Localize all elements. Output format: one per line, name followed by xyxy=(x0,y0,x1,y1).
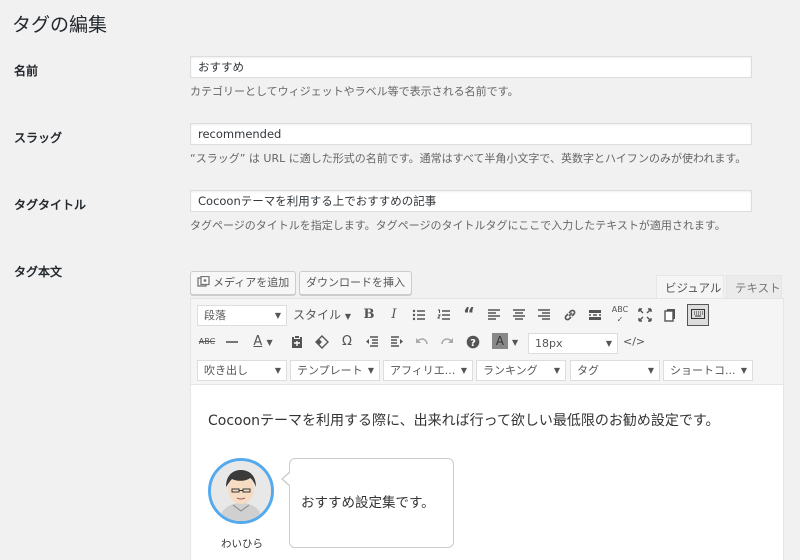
tag-title-input[interactable]: Cocoonテーマを利用する上でおすすめの記事 xyxy=(190,190,752,212)
align-center-icon[interactable] xyxy=(509,305,529,325)
clear-formatting-icon[interactable] xyxy=(312,332,332,352)
outdent-icon[interactable] xyxy=(362,332,382,352)
shortcode-select[interactable]: ショートコ... ▼ xyxy=(663,360,753,381)
slug-description: “スラッグ” は URL に適した形式の名前です。通常はすべて半角小文字で、英数… xyxy=(190,152,747,165)
name-description: カテゴリーとしてウィジェットやラベル等で表示される名前です。 xyxy=(190,85,519,98)
name-input[interactable]: おすすめ xyxy=(190,56,752,78)
blockquote-icon[interactable]: “ xyxy=(459,305,479,325)
template-select[interactable]: テンプレート ▼ xyxy=(290,360,380,381)
format-select[interactable]: 段落 ▼ xyxy=(197,305,287,326)
text-color-icon[interactable]: A ▼ xyxy=(247,332,279,352)
align-right-icon[interactable] xyxy=(534,305,554,325)
speech-bubble-select[interactable]: 吹き出し ▼ xyxy=(197,360,287,381)
tag-select[interactable]: タグ ▼ xyxy=(570,360,660,381)
speech-bubble: おすすめ設定集です。 xyxy=(281,458,454,548)
code-icon[interactable]: </> xyxy=(623,332,645,352)
tab-text[interactable]: テキスト xyxy=(726,275,782,299)
spellcheck-icon[interactable]: ABC ✓ xyxy=(610,305,630,325)
slug-input[interactable]: recommended xyxy=(190,123,752,145)
avatar xyxy=(208,458,274,524)
editor-content[interactable]: Cocoonテーマを利用する際に、出来れば行って欲しい最低限のお勧め設定です。 … xyxy=(191,386,783,560)
align-left-icon[interactable] xyxy=(484,305,504,325)
name-label: 名前 xyxy=(14,64,39,78)
link-icon[interactable] xyxy=(560,305,580,325)
speech-bubble-text: おすすめ設定集です。 xyxy=(301,495,435,511)
help-icon[interactable]: ? xyxy=(463,332,483,352)
strikethrough-icon[interactable]: ABC xyxy=(197,332,217,352)
indent-icon[interactable] xyxy=(387,332,407,352)
tag-title-description: タグページのタイトルを指定します。タグページのタイトルタグにここで入力したテキス… xyxy=(190,219,726,232)
tab-visual[interactable]: ビジュアル xyxy=(656,275,724,299)
tag-body-label: タグ本文 xyxy=(14,265,63,279)
add-media-button[interactable]: メディアを追加 xyxy=(190,271,297,295)
slug-label: スラッグ xyxy=(14,131,63,145)
style-select[interactable]: スタイル ▼ xyxy=(291,305,353,325)
read-more-icon[interactable] xyxy=(585,305,605,325)
bullet-list-icon[interactable] xyxy=(409,305,429,325)
tag-title-label: タグタイトル xyxy=(14,198,87,212)
font-size-select[interactable]: 18px ▼ xyxy=(528,333,618,354)
paste-text-icon[interactable] xyxy=(287,332,307,352)
media-icon xyxy=(197,274,211,287)
page-title: タグの編集 xyxy=(12,14,108,36)
special-character-icon[interactable]: Ω xyxy=(337,332,357,352)
italic-icon[interactable]: I xyxy=(384,305,404,325)
add-media-label: メディアを追加 xyxy=(213,276,290,289)
copy-icon[interactable] xyxy=(660,305,680,325)
ranking-select[interactable]: ランキング ▼ xyxy=(476,360,566,381)
affiliate-select[interactable]: アフィリエ... ▼ xyxy=(383,360,473,381)
fullscreen-icon[interactable] xyxy=(635,305,655,325)
speaker-name: わいひら xyxy=(221,538,263,550)
horizontal-line-icon[interactable] xyxy=(222,332,242,352)
keyboard-icon[interactable] xyxy=(687,304,709,326)
editor: 段落 ▼ スタイル ▼ B I “ ABC ✓ ABC A ▼ Ω ? A ▼ … xyxy=(190,298,784,560)
numbered-list-icon[interactable] xyxy=(434,305,454,325)
editor-toolbar: 段落 ▼ スタイル ▼ B I “ ABC ✓ ABC A ▼ Ω ? A ▼ … xyxy=(191,299,783,385)
content-paragraph: Cocoonテーマを利用する際に、出来れば行って欲しい最低限のお勧め設定です。 xyxy=(208,413,720,429)
undo-icon[interactable] xyxy=(412,332,432,352)
bold-icon[interactable]: B xyxy=(359,305,379,325)
svg-text:?: ? xyxy=(470,338,476,349)
background-color-icon[interactable]: A ▼ xyxy=(489,332,521,352)
redo-icon[interactable] xyxy=(437,332,457,352)
download-insert-button[interactable]: ダウンロードを挿入 xyxy=(299,271,412,295)
